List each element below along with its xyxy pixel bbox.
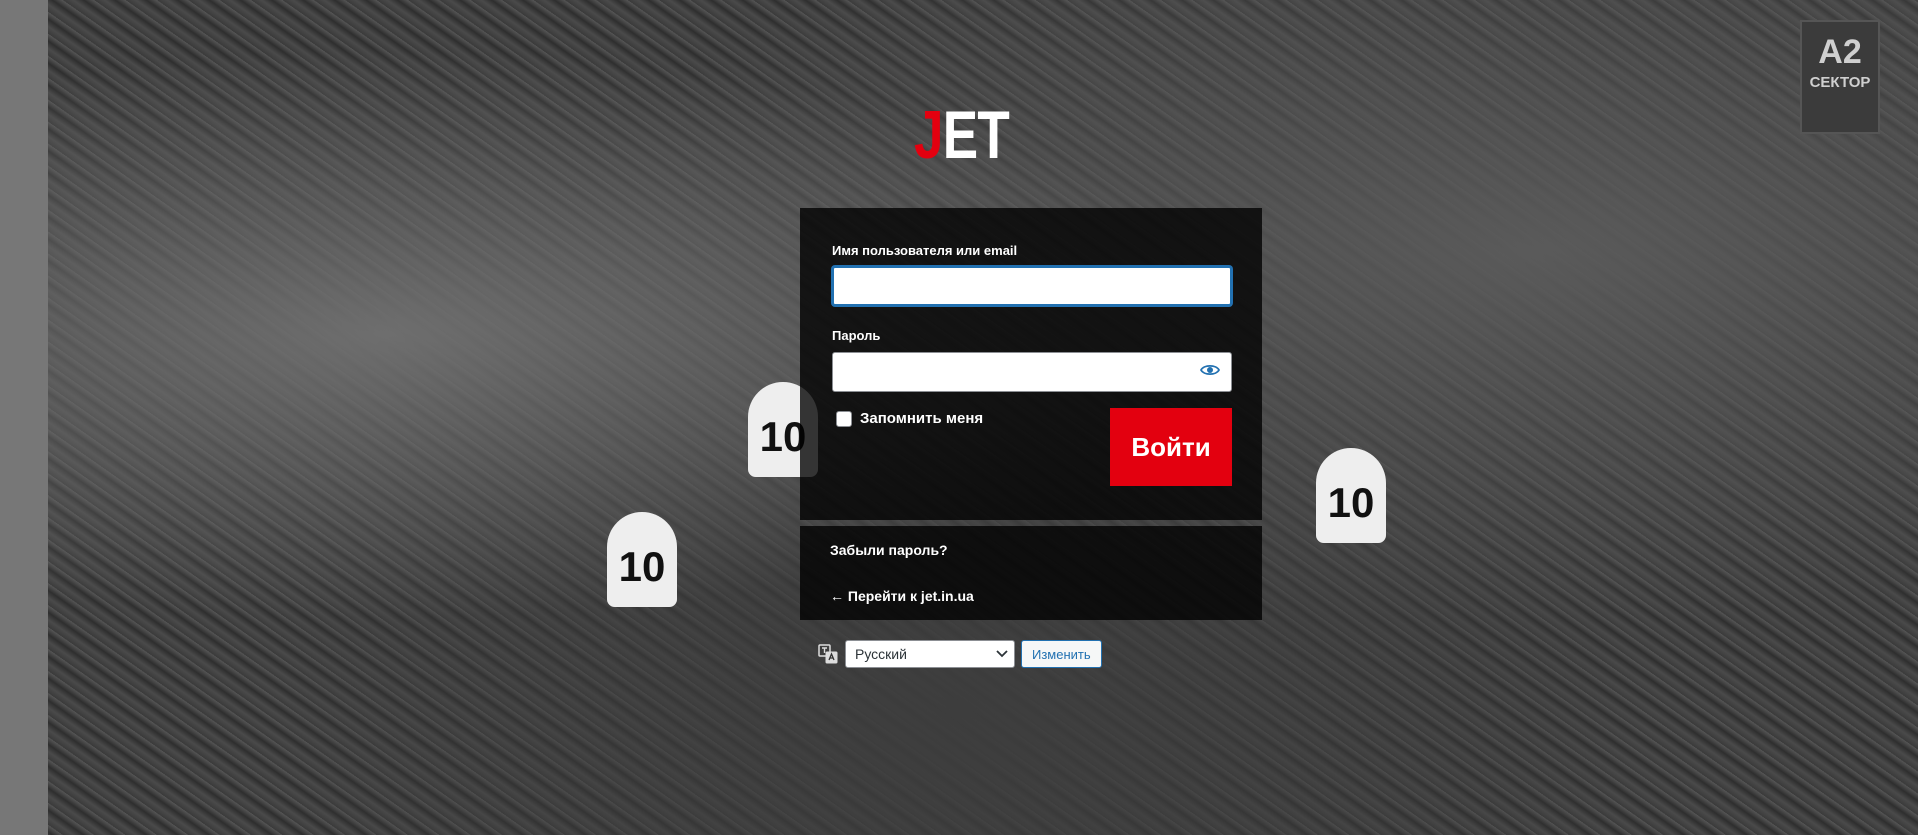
username-input[interactable]	[832, 266, 1232, 306]
lost-password-link[interactable]: Забыли пароль?	[830, 542, 948, 558]
language-select-value: Русский	[855, 646, 907, 662]
password-label: Пароль	[832, 328, 881, 343]
jet-logo[interactable]: JET	[914, 97, 1010, 173]
score-card: 10	[607, 512, 677, 607]
logo-letters-et: ET	[942, 97, 1010, 173]
back-to-site-link[interactable]: ← Перейти к jet.in.ua	[830, 588, 974, 604]
remember-me-checkbox[interactable]	[836, 410, 852, 427]
show-password-button[interactable]	[1196, 358, 1224, 386]
remember-me-label[interactable]: Запомнить меня	[860, 410, 983, 427]
eye-icon	[1199, 363, 1221, 382]
score-card: 10	[1316, 448, 1386, 543]
background-left-strip	[0, 0, 48, 835]
links-panel	[800, 526, 1262, 620]
logo-letter-j: J	[914, 97, 944, 173]
sector-sign: A2 СЕКТОР	[1800, 20, 1880, 134]
password-input[interactable]	[832, 352, 1232, 392]
sector-sign-code: A2	[1818, 33, 1862, 71]
language-select[interactable]: Русский	[845, 640, 1015, 668]
chevron-down-icon	[996, 641, 1008, 667]
login-submit-button[interactable]: Войти	[1110, 408, 1232, 486]
translate-icon	[817, 643, 839, 665]
change-language-button[interactable]: Изменить	[1021, 640, 1102, 668]
remember-me[interactable]: Запомнить меня	[836, 410, 983, 427]
language-switcher: Русский Изменить	[817, 640, 1102, 668]
sector-sign-label: СЕКТОР	[1809, 74, 1871, 91]
username-label: Имя пользователя или email	[832, 243, 1018, 258]
